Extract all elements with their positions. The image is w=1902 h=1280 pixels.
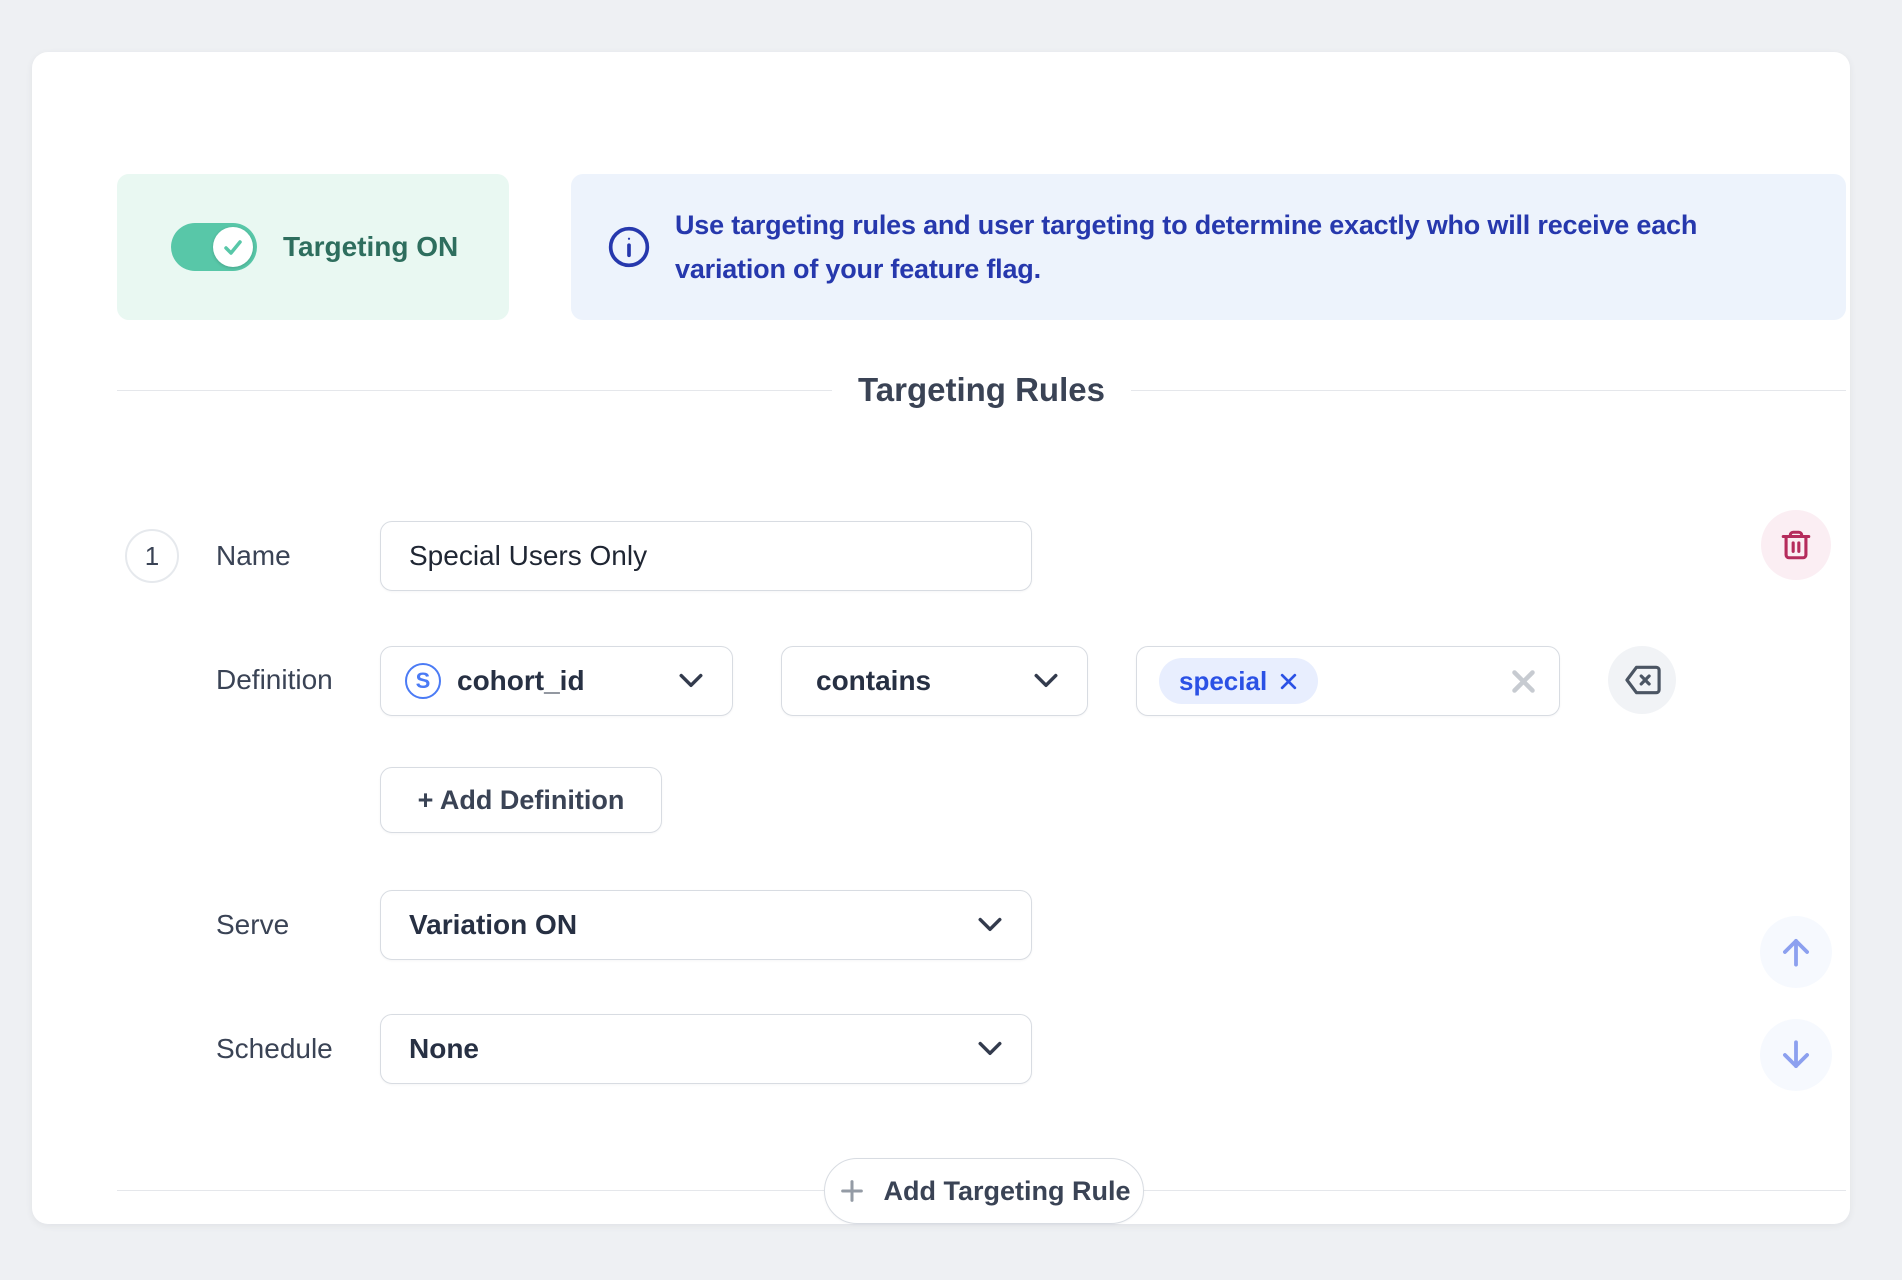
plus-icon — [838, 1177, 866, 1205]
definition-field-dropdown[interactable]: S cohort_id — [380, 646, 733, 716]
chevron-down-icon — [977, 1040, 1003, 1058]
add-definition-button[interactable]: + Add Definition — [380, 767, 662, 833]
arrow-up-icon — [1777, 933, 1815, 971]
clear-x-icon[interactable] — [1510, 668, 1537, 695]
arrow-down-icon — [1777, 1036, 1815, 1074]
toggle-check-icon — [221, 235, 245, 259]
delete-rule-button[interactable] — [1761, 510, 1831, 580]
rule-number-badge: 1 — [125, 529, 179, 583]
move-rule-up-button[interactable] — [1760, 916, 1832, 988]
header-divider-right — [1130, 389, 1847, 391]
trash-icon — [1779, 528, 1813, 562]
schedule-value: None — [409, 1033, 479, 1064]
s-circle-icon: S — [405, 663, 441, 699]
definition-label: Definition — [216, 664, 333, 695]
chevron-down-icon — [1033, 672, 1059, 690]
info-icon — [607, 225, 651, 269]
clear-values-button[interactable] — [1608, 646, 1676, 714]
targeting-toggle-box: Targeting ON — [117, 174, 509, 320]
targeting-toggle[interactable] — [171, 223, 257, 271]
rule-number: 1 — [144, 540, 160, 571]
info-banner: Use targeting rules and user targeting t… — [571, 174, 1846, 320]
chevron-down-icon — [678, 672, 704, 690]
info-banner-text: Use targeting rules and user targeting t… — [675, 210, 1698, 284]
schedule-label: Schedule — [216, 1033, 333, 1064]
section-header: Targeting Rules — [117, 367, 1847, 413]
move-rule-down-button[interactable] — [1760, 1019, 1832, 1091]
header-divider-left — [117, 389, 833, 391]
chevron-down-icon — [977, 916, 1003, 934]
value-tag-label: special — [1179, 665, 1268, 696]
toggle-knob — [213, 227, 253, 267]
tag-remove-x-icon[interactable] — [1279, 672, 1298, 691]
targeting-card: Targeting ON Use targeting rules and use… — [32, 52, 1850, 1224]
rule-name-input[interactable] — [380, 521, 1032, 591]
s-circle-icon-letter: S — [415, 668, 431, 693]
add-targeting-rule-button[interactable]: Add Targeting Rule — [824, 1158, 1144, 1224]
name-label: Name — [216, 540, 291, 571]
add-definition-label: + Add Definition — [417, 784, 625, 815]
serve-value: Variation ON — [409, 909, 578, 940]
definition-values-input[interactable]: special — [1136, 646, 1560, 716]
value-tag: special — [1159, 658, 1319, 704]
definition-operator-value: contains — [816, 665, 932, 696]
serve-dropdown[interactable]: Variation ON — [380, 890, 1032, 960]
schedule-dropdown[interactable]: None — [380, 1014, 1032, 1084]
targeting-toggle-label: Targeting ON — [283, 231, 459, 262]
add-targeting-rule-label: Add Targeting Rule — [883, 1175, 1131, 1206]
definition-field-value: cohort_id — [457, 665, 585, 696]
serve-label: Serve — [216, 909, 290, 940]
section-title: Targeting Rules — [858, 371, 1105, 408]
definition-operator-dropdown[interactable]: contains — [781, 646, 1088, 716]
backspace-icon — [1623, 661, 1661, 699]
